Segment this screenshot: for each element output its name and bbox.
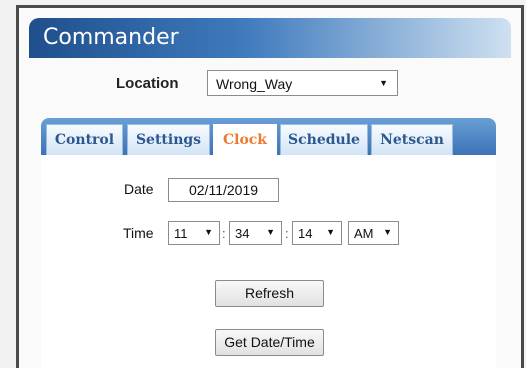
location-label: Location [116, 75, 179, 92]
tab-clock[interactable]: Clock [213, 124, 277, 156]
dropdown-arrow-icon: ▼ [204, 227, 213, 237]
dropdown-arrow-icon: ▼ [379, 78, 388, 88]
dropdown-arrow-icon: ▼ [326, 227, 335, 237]
time-separator: : [222, 226, 226, 241]
date-label: Date [124, 181, 154, 197]
ampm-value: AM [354, 226, 374, 241]
app-title: Commander [43, 25, 179, 50]
time-separator: : [285, 226, 289, 241]
second-value: 14 [298, 226, 313, 241]
dropdown-arrow-icon: ▼ [266, 227, 275, 237]
ampm-select[interactable]: AM ▼ [348, 221, 399, 245]
date-field[interactable]: 02/11/2019 [168, 178, 279, 202]
second-select[interactable]: 14 ▼ [292, 221, 342, 245]
tab-settings[interactable]: Settings [127, 124, 210, 155]
tab-netscan[interactable]: Netscan [371, 124, 453, 155]
location-selected-value: Wrong_Way [216, 76, 293, 92]
tab-control[interactable]: Control [46, 124, 123, 155]
tab-schedule[interactable]: Schedule [280, 124, 368, 155]
minute-value: 34 [235, 226, 250, 241]
minute-select[interactable]: 34 ▼ [229, 221, 282, 245]
refresh-button[interactable]: Refresh [215, 280, 324, 307]
time-label: Time [123, 225, 154, 241]
location-select[interactable]: Wrong_Way ▼ [207, 70, 398, 96]
hour-value: 11 [174, 226, 188, 241]
app-header: Commander [29, 18, 511, 58]
dropdown-arrow-icon: ▼ [383, 227, 392, 237]
hour-select[interactable]: 11 ▼ [168, 221, 220, 245]
get-datetime-button[interactable]: Get Date/Time [215, 329, 324, 356]
